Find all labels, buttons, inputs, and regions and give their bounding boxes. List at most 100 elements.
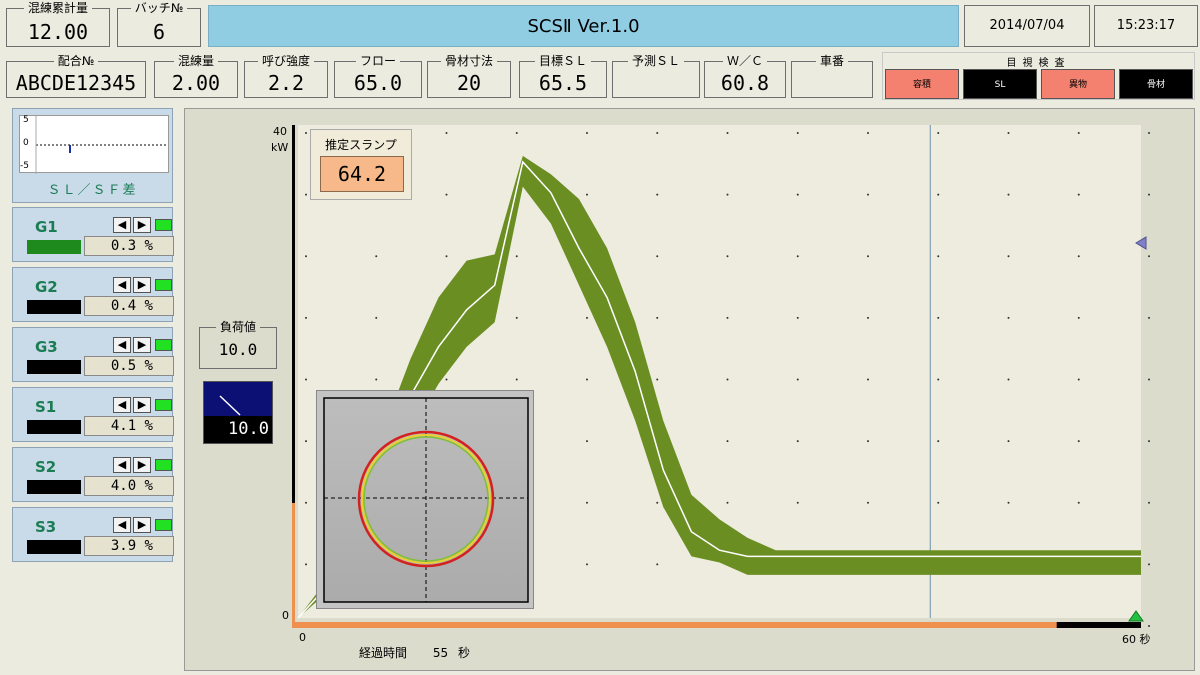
date-display: 2014/07/04 <box>964 5 1090 47</box>
grid-dot <box>1148 132 1150 134</box>
right-arrow-icon[interactable]: ▶ <box>133 337 151 353</box>
vehicle-no-label: 車番 <box>815 54 848 68</box>
gauge-label: G2 <box>35 278 58 296</box>
gauge-value: 4.0 % <box>84 476 174 496</box>
status-led-icon <box>155 459 172 471</box>
grid-dot <box>937 440 940 443</box>
gauge-g3: G3 ◀ ▶ 0.5 % <box>12 327 174 382</box>
target-sl-label: 目標ＳＬ <box>534 54 591 68</box>
slsf-tick-top: 5 <box>23 115 29 125</box>
target-sl-box: 目標ＳＬ 65.5 <box>519 54 607 98</box>
predicted-sl-box: 予測ＳＬ <box>612 54 700 98</box>
x-axis-progress <box>292 622 1141 628</box>
water-cement-box: Ｗ／Ｃ 60.8 <box>704 54 786 98</box>
elapsed-value: 55 <box>432 646 449 660</box>
left-arrow-icon[interactable]: ◀ <box>113 337 131 353</box>
right-arrow-icon[interactable]: ▶ <box>133 457 151 473</box>
aggregate-size-value: 20 <box>456 71 482 95</box>
grid-dot <box>1148 625 1150 627</box>
left-arrow-icon[interactable]: ◀ <box>113 457 131 473</box>
grid-dot <box>796 193 799 196</box>
slsf-mini-chart: 5 0 -5 <box>19 115 169 174</box>
right-arrow-icon[interactable]: ▶ <box>133 277 151 293</box>
grid-dot <box>937 501 940 504</box>
mix-amount-box: 混練量 2.00 <box>154 54 238 98</box>
left-arrow-icon[interactable]: ◀ <box>113 517 131 533</box>
gauge-g2: G2 ◀ ▶ 0.4 % <box>12 267 174 322</box>
grid-dot <box>305 132 307 134</box>
grid-dot <box>375 316 378 319</box>
grid-dot <box>375 378 378 381</box>
right-arrow-icon[interactable]: ▶ <box>133 517 151 533</box>
grid-dot <box>937 316 940 319</box>
grid-dot <box>445 193 448 196</box>
grid-dot <box>305 440 307 443</box>
left-arrow-icon[interactable]: ◀ <box>113 277 131 293</box>
status-led-icon <box>155 339 172 351</box>
grid-dot <box>305 378 307 381</box>
right-arrow-icon[interactable]: ▶ <box>133 397 151 413</box>
inspect-aggregate-button[interactable]: 骨材 <box>1119 69 1193 99</box>
elapsed-label: 経過時間 <box>359 646 408 660</box>
grid-dot <box>867 440 869 443</box>
elapsed-time: 経過時間 55 秒 <box>359 644 470 661</box>
predicted-sl-label: 予測ＳＬ <box>627 54 684 68</box>
grid-dot <box>867 255 869 258</box>
gauge-bar <box>27 300 81 314</box>
grid-dot <box>656 563 659 566</box>
inspect-foreign-button[interactable]: 異物 <box>1041 69 1115 99</box>
circle-viewer-svg <box>323 397 529 603</box>
right-arrow-icon[interactable]: ▶ <box>133 217 151 233</box>
grid-dot <box>586 501 588 504</box>
grid-dot <box>445 255 448 258</box>
gauge-g1: G1 ◀ ▶ 0.3 % <box>12 207 174 262</box>
x-start-label: 0 <box>299 631 306 644</box>
vehicle-no-box: 車番 <box>791 54 873 98</box>
left-arrow-icon[interactable]: ◀ <box>113 397 131 413</box>
grid-dot <box>586 563 588 566</box>
grid-dot <box>586 440 588 443</box>
slsf-diff-panel[interactable]: 5 0 -5 ＳＬ／ＳＦ差 <box>12 108 173 203</box>
grid-dot <box>1007 440 1010 443</box>
y-top-label: 40 <box>273 125 287 138</box>
mix-no-box: 配合№ ABCDE12345 <box>6 54 146 98</box>
cumulative-value: 12.00 <box>27 20 89 44</box>
gauge-label: G3 <box>35 338 58 356</box>
left-arrow-icon[interactable]: ◀ <box>113 217 131 233</box>
mix-no-value: ABCDE12345 <box>15 71 137 95</box>
inspect-volume-button[interactable]: 容積 <box>885 69 959 99</box>
grid-dot <box>867 316 869 319</box>
grid-dot <box>937 132 940 134</box>
grid-dot <box>1148 378 1150 381</box>
grid-dot <box>515 132 518 134</box>
x-end-label: 60 秒 <box>1122 633 1151 646</box>
grid-dot <box>586 378 588 381</box>
circle-viewer <box>316 390 534 609</box>
inspection-title: 目視検査 <box>1006 58 1071 69</box>
grid-dot <box>796 440 799 443</box>
grid-dot <box>1077 440 1080 443</box>
grid-dot <box>305 563 307 566</box>
grid-dot <box>305 193 307 196</box>
y-bottom-label: 0 <box>282 609 289 622</box>
gauge-label: S2 <box>35 458 57 476</box>
inspect-sl-button[interactable]: SL <box>963 69 1037 99</box>
water-cement-label: Ｗ／Ｃ <box>722 54 767 68</box>
grid-dot <box>1148 501 1150 504</box>
strength-value: 2.2 <box>267 71 305 95</box>
grid-dot <box>937 378 940 381</box>
gauge-bar <box>27 360 81 374</box>
grid-dot <box>726 501 729 504</box>
y-axis-level <box>292 503 295 622</box>
slsf-chart-svg <box>35 116 168 174</box>
grid-dot <box>1077 193 1080 196</box>
grid-dot <box>586 193 588 196</box>
flow-box: フロー 65.0 <box>334 54 422 98</box>
grid-dot <box>305 501 307 504</box>
gauge-bar <box>27 240 81 254</box>
grid-dot <box>1077 255 1080 258</box>
grid-dot <box>1077 501 1080 504</box>
time-display: 15:23:17 <box>1094 5 1198 47</box>
visual-inspection-panel: 目視検査 容積 SL 異物 骨材 <box>882 52 1195 100</box>
strength-box: 呼び強度 2.2 <box>244 54 328 98</box>
